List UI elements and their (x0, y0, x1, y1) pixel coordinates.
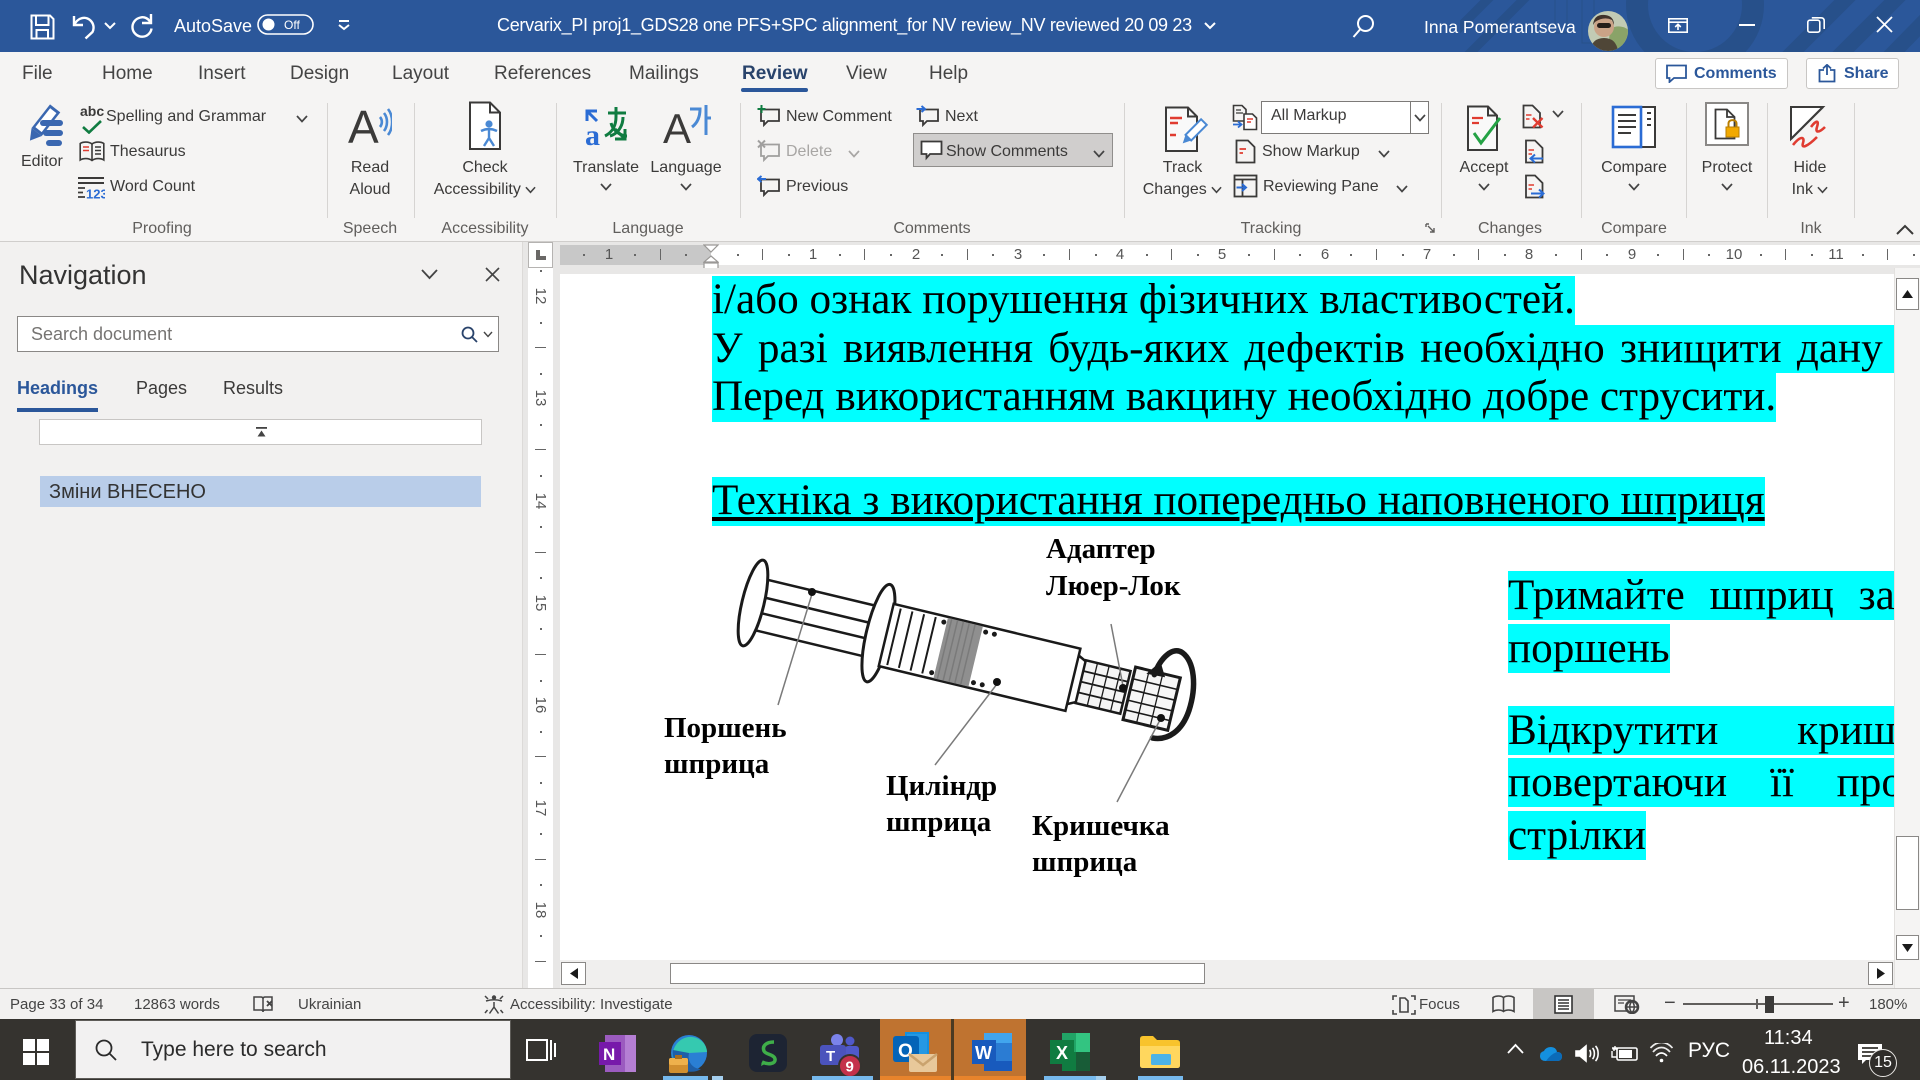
svg-text:Off: Off (284, 18, 300, 32)
svg-text:a: a (585, 119, 600, 149)
svg-text:N: N (603, 1045, 615, 1064)
svg-text:9: 9 (846, 1059, 854, 1076)
svg-text:T: T (826, 1048, 835, 1065)
svg-text:A: A (348, 103, 379, 149)
svg-text:W: W (975, 1043, 992, 1063)
svg-text:X: X (1056, 1043, 1068, 1063)
svg-text:A: A (663, 105, 691, 149)
svg-text:123: 123 (86, 187, 105, 201)
